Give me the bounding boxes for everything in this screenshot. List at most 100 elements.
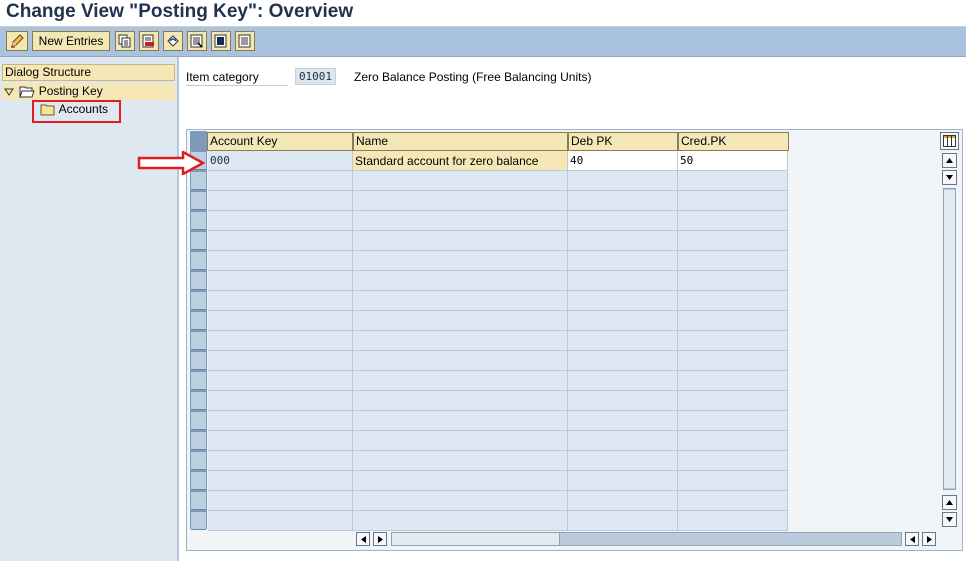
table-cell-empty[interactable] — [568, 511, 678, 531]
table-cell-empty[interactable] — [353, 451, 568, 471]
scroll-page-up-button[interactable] — [942, 495, 957, 510]
table-cell-empty[interactable] — [678, 331, 788, 351]
table-cell-empty[interactable] — [208, 451, 353, 471]
row-selector[interactable] — [191, 352, 206, 370]
table-cell-empty[interactable] — [353, 251, 568, 271]
scroll-right-button[interactable] — [373, 532, 387, 546]
deselect-all-icon[interactable] — [235, 31, 255, 51]
scroll-page-left-button[interactable] — [905, 532, 919, 546]
table-cell-empty[interactable] — [353, 311, 568, 331]
table-cell-empty[interactable] — [353, 351, 568, 371]
table-cell-empty[interactable] — [353, 231, 568, 251]
row-selector[interactable] — [191, 372, 206, 390]
table-cell-empty[interactable] — [208, 331, 353, 351]
table-cell-empty[interactable] — [568, 191, 678, 211]
table-cell-empty[interactable] — [353, 471, 568, 491]
table-cell-empty[interactable] — [678, 311, 788, 331]
table-cell-empty[interactable] — [353, 191, 568, 211]
copy-icon[interactable] — [115, 31, 135, 51]
column-header-deb-pk[interactable]: Deb PK — [568, 132, 678, 151]
table-cell-empty[interactable] — [353, 411, 568, 431]
table-cell-empty[interactable] — [568, 451, 678, 471]
row-selector[interactable] — [191, 432, 206, 450]
row-selector[interactable] — [191, 452, 206, 470]
table-cell-empty[interactable] — [208, 471, 353, 491]
table-cell-name[interactable]: Standard account for zero balance — [353, 151, 568, 171]
table-cell-empty[interactable] — [678, 511, 788, 531]
table-cell-empty[interactable] — [678, 391, 788, 411]
table-cell-empty[interactable] — [678, 211, 788, 231]
scroll-up-button[interactable] — [942, 153, 957, 168]
table-cell-empty[interactable] — [568, 331, 678, 351]
table-cell-empty[interactable] — [678, 191, 788, 211]
table-cell-empty[interactable] — [353, 511, 568, 531]
table-cell-empty[interactable] — [353, 211, 568, 231]
table-cell-empty[interactable] — [353, 291, 568, 311]
row-selector[interactable] — [191, 272, 206, 290]
row-selector-column[interactable] — [190, 131, 207, 530]
row-selector[interactable] — [191, 492, 206, 510]
table-cell-empty[interactable] — [568, 351, 678, 371]
select-block-icon[interactable] — [211, 31, 231, 51]
table-cell-cred-pk[interactable]: 50 — [678, 151, 788, 171]
scroll-page-right-button[interactable] — [922, 532, 936, 546]
table-cell-empty[interactable] — [208, 191, 353, 211]
table-cell-empty[interactable] — [678, 491, 788, 511]
row-selector[interactable] — [191, 232, 206, 250]
table-cell-empty[interactable] — [568, 371, 678, 391]
table-cell-empty[interactable] — [208, 371, 353, 391]
delete-icon[interactable] — [139, 31, 159, 51]
row-selector[interactable] — [191, 292, 206, 310]
row-selector[interactable] — [191, 252, 206, 270]
row-selector[interactable] — [191, 192, 206, 210]
table-cell-empty[interactable] — [208, 211, 353, 231]
table-cell-empty[interactable] — [208, 271, 353, 291]
table-cell-empty[interactable] — [208, 231, 353, 251]
column-settings-icon[interactable] — [940, 132, 959, 150]
table-cell-empty[interactable] — [568, 471, 678, 491]
table-cell-empty[interactable] — [353, 271, 568, 291]
table-cell-empty[interactable] — [678, 231, 788, 251]
table-cell-empty[interactable] — [353, 431, 568, 451]
vertical-scrollbar-thumb[interactable] — [944, 190, 955, 488]
table-cell-empty[interactable] — [208, 251, 353, 271]
select-all-icon[interactable] — [187, 31, 207, 51]
column-header-account-key[interactable]: Account Key — [207, 132, 353, 151]
table-cell-empty[interactable] — [568, 311, 678, 331]
table-cell-empty[interactable] — [353, 331, 568, 351]
row-selector[interactable] — [191, 472, 206, 490]
table-cell-empty[interactable] — [208, 431, 353, 451]
table-cell-empty[interactable] — [353, 491, 568, 511]
table-cell-empty[interactable] — [678, 291, 788, 311]
table-cell-empty[interactable] — [208, 171, 353, 191]
horizontal-scrollbar-thumb[interactable] — [392, 533, 560, 545]
table-cell-empty[interactable] — [568, 411, 678, 431]
table-cell-empty[interactable] — [678, 431, 788, 451]
table-cell-empty[interactable] — [208, 491, 353, 511]
row-selector[interactable] — [191, 332, 206, 350]
row-selector[interactable] — [191, 512, 206, 530]
column-header-cred-pk[interactable]: Cred.PK — [678, 132, 789, 151]
table-cell-empty[interactable] — [568, 431, 678, 451]
new-entries-button[interactable]: New Entries — [32, 31, 110, 51]
table-cell-empty[interactable] — [208, 351, 353, 371]
table-cell-empty[interactable] — [568, 391, 678, 411]
row-selector[interactable] — [191, 412, 206, 430]
table-cell-empty[interactable] — [568, 211, 678, 231]
tree-item-posting-key[interactable]: Posting Key — [2, 83, 175, 100]
table-cell-empty[interactable] — [568, 171, 678, 191]
table-cell-empty[interactable] — [568, 491, 678, 511]
table-cell-empty[interactable] — [678, 471, 788, 491]
table-cell-empty[interactable] — [353, 391, 568, 411]
expand-triangle-icon[interactable] — [2, 84, 16, 98]
table-cell-empty[interactable] — [353, 371, 568, 391]
scroll-left-button[interactable] — [356, 532, 370, 546]
table-cell-empty[interactable] — [208, 391, 353, 411]
table-cell-empty[interactable] — [568, 291, 678, 311]
scroll-page-down-button[interactable] — [942, 170, 957, 185]
table-cell-empty[interactable] — [678, 451, 788, 471]
table-cell-empty[interactable] — [568, 271, 678, 291]
table-cell-empty[interactable] — [568, 251, 678, 271]
table-cell-empty[interactable] — [208, 411, 353, 431]
table-cell-empty[interactable] — [208, 291, 353, 311]
